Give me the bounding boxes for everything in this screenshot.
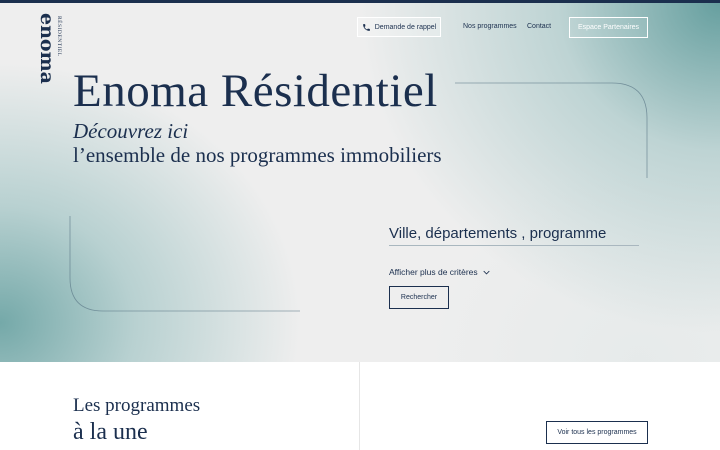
partners-label: Espace Partenaires bbox=[577, 24, 640, 31]
see-all-label: Voir tous les programmes bbox=[557, 429, 637, 436]
more-criteria-label: Afficher plus de critères bbox=[389, 267, 478, 277]
logo-wordmark: enoma bbox=[36, 13, 58, 84]
featured-heading-line2: à la une bbox=[73, 419, 148, 445]
nav-link-contact[interactable]: Contact bbox=[527, 23, 551, 30]
see-all-programmes-button[interactable]: Voir tous les programmes bbox=[546, 421, 648, 444]
decorative-frame bbox=[69, 82, 648, 312]
chevron-down-icon bbox=[483, 270, 490, 274]
page-title: Enoma Résidentiel bbox=[73, 65, 438, 117]
logo-subtitle: RÉSIDENTIEL bbox=[56, 16, 62, 57]
brand-logo[interactable]: enoma RÉSIDENTIEL bbox=[33, 13, 65, 93]
search-input[interactable] bbox=[389, 222, 639, 246]
section-divider bbox=[359, 362, 360, 450]
featured-programmes-section: Les programmes à la une Voir tous les pr… bbox=[0, 362, 720, 450]
callback-label: Demande de rappel bbox=[374, 23, 437, 31]
partners-space-button[interactable]: Espace Partenaires bbox=[569, 17, 648, 38]
callback-request-button[interactable]: Demande de rappel bbox=[357, 17, 441, 37]
search-button-label: Rechercher bbox=[400, 294, 438, 301]
featured-heading-line1: Les programmes bbox=[73, 395, 201, 416]
phone-icon bbox=[362, 23, 370, 31]
nav-link-programmes[interactable]: Nos programmes bbox=[463, 23, 517, 30]
search-button[interactable]: Rechercher bbox=[389, 286, 449, 309]
more-criteria-toggle[interactable]: Afficher plus de critères bbox=[389, 267, 490, 277]
hero-section: enoma RÉSIDENTIEL Demande de rappel Nos … bbox=[0, 3, 720, 362]
hero-subtitle: l’ensemble de nos programmes immobiliers bbox=[73, 143, 442, 167]
hero-subtitle-italic: Découvrez ici bbox=[73, 119, 189, 143]
